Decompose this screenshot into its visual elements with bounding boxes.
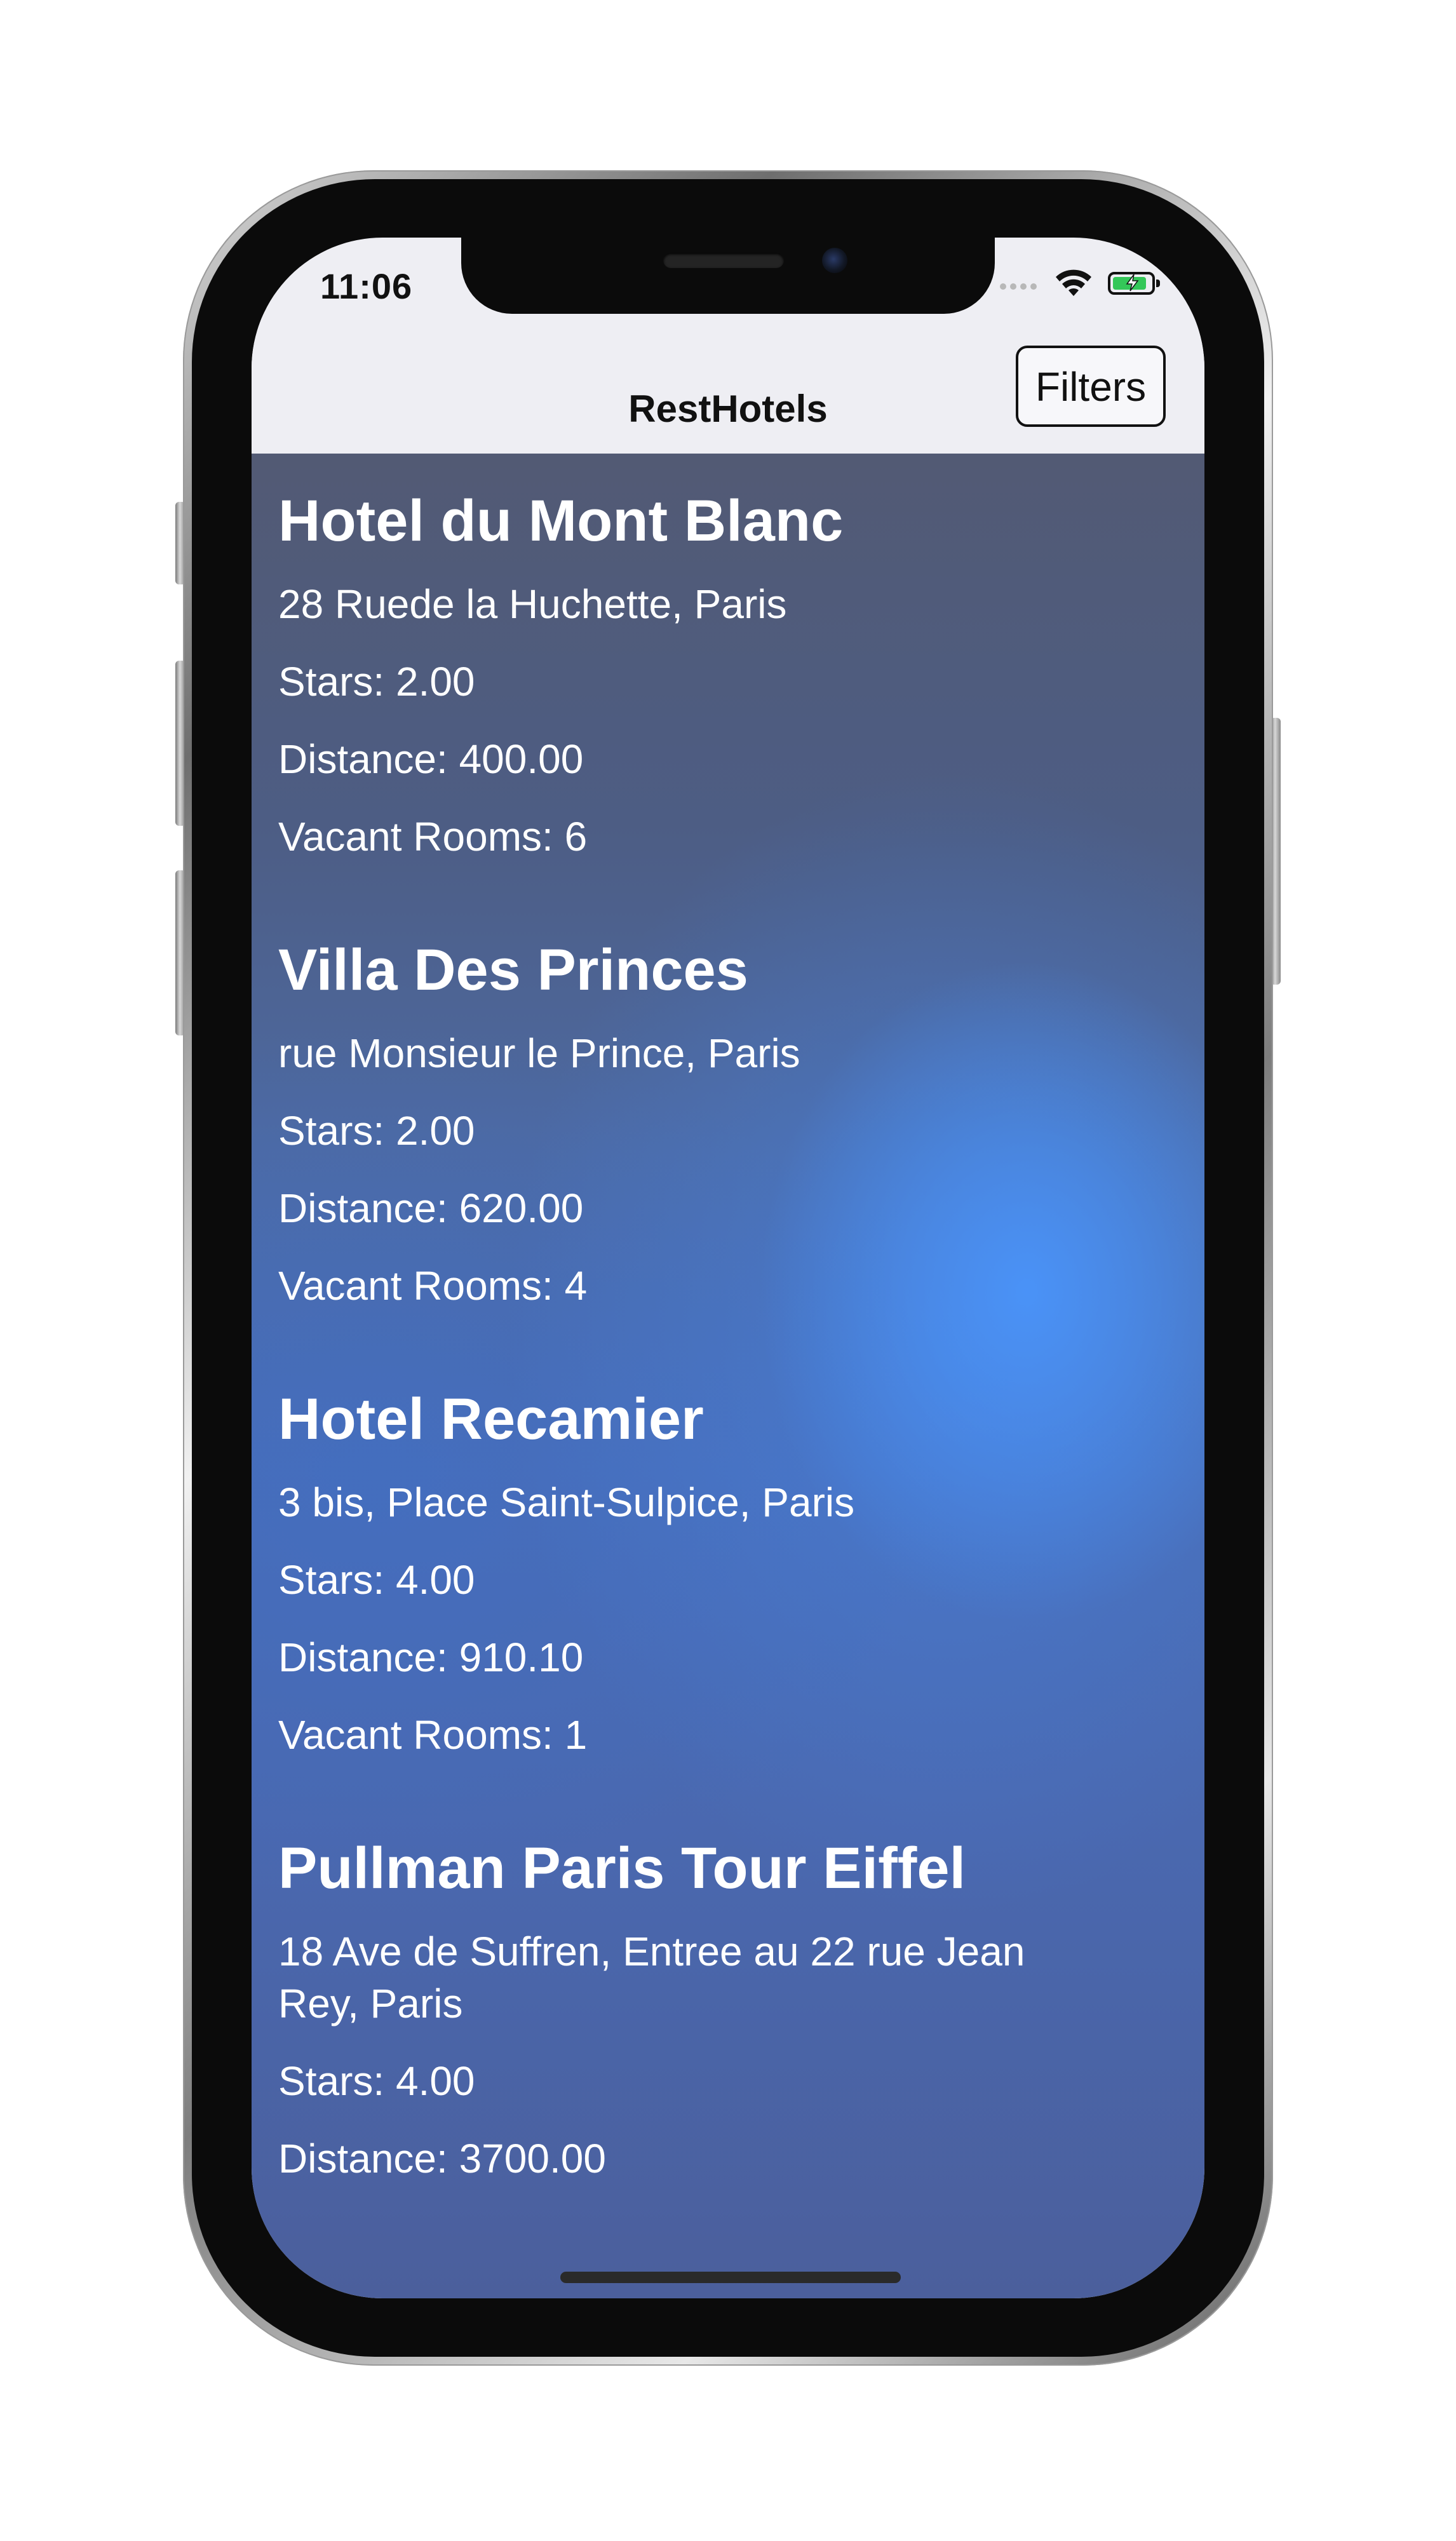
hotel-address: rue Monsieur le Prince, Paris [278,1030,800,1076]
navigation-bar: RestHotels Filters [252,314,1204,454]
hotel-list[interactable]: Hotel du Mont Blanc 28 Ruede la Huchette… [252,454,1204,2298]
hotel-address: 3 bis, Place Saint-Sulpice, Paris [278,1479,855,1525]
hotel-name: Hotel Recamier [278,1387,704,1452]
home-indicator[interactable] [560,2272,901,2283]
list-item[interactable]: Hotel Recamier 3 bis, Place Saint-Sulpic… [278,1390,1180,1761]
list-item[interactable]: Villa Des Princes rue Monsieur le Prince… [278,941,1180,1312]
hotel-name: Pullman Paris Tour Eiffel [278,1836,966,1901]
hotel-distance: Distance: 910.10 [278,1634,584,1680]
earpiece-speaker [663,253,784,268]
hotel-address: 28 Ruede la Huchette, Paris [278,581,787,627]
hotel-vacant-rooms: Vacant Rooms: 6 [278,814,588,859]
hotel-stars: Stars: 2.00 [278,659,475,704]
hotel-stars: Stars: 4.00 [278,1557,475,1603]
hotel-vacant-rooms: Vacant Rooms: 1 [278,1712,588,1758]
hotel-name: Hotel du Mont Blanc [278,489,844,553]
filters-button[interactable]: Filters [1016,346,1166,427]
device-mockup: 11:06 RestHotels Filters Hotel du Mont B… [0,0,1456,2541]
list-item[interactable]: Hotel du Mont Blanc 28 Ruede la Huchette… [278,492,1180,863]
hotel-address-continued: Rey, Paris [278,1981,463,2026]
notch [461,238,995,314]
hotel-distance: Distance: 620.00 [278,1185,584,1231]
cellular-signal-icon [1000,283,1037,290]
hotel-vacant-rooms: Vacant Rooms: 4 [278,1263,588,1309]
hotel-stars: Stars: 4.00 [278,2058,475,2104]
phone-screen: 11:06 RestHotels Filters Hotel du Mont B… [252,238,1204,2298]
hotel-distance: Distance: 400.00 [278,736,584,782]
wifi-icon [1056,269,1091,296]
front-camera [822,248,847,273]
hotel-distance: Distance: 3700.00 [278,2136,606,2181]
hotel-name: Villa Des Princes [278,938,748,1002]
status-time: 11:06 [320,266,413,306]
list-item[interactable]: Pullman Paris Tour Eiffel 18 Ave de Suff… [278,1839,1180,2185]
battery-charging-icon [1108,272,1160,295]
hotel-stars: Stars: 2.00 [278,1108,475,1154]
hotel-address: 18 Ave de Suffren, Entree au 22 rue Jean [278,1929,1025,1974]
